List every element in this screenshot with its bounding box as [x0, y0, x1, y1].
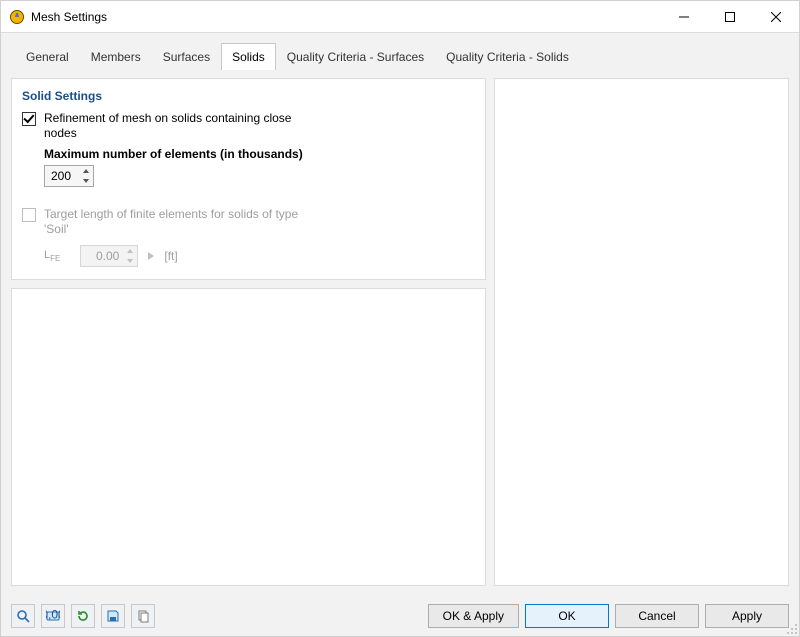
lfe-input [81, 246, 123, 266]
lfe-unit: [ft] [164, 249, 177, 263]
tab-surfaces[interactable]: Surfaces [152, 43, 221, 70]
lfe-spinner [80, 245, 138, 267]
save-default-icon[interactable] [101, 604, 125, 628]
cancel-button[interactable]: Cancel [615, 604, 699, 628]
tab-quality-surfaces[interactable]: Quality Criteria - Surfaces [276, 43, 435, 70]
max-elements-label: Maximum number of elements (in thousands… [44, 147, 475, 161]
spinner-up-icon [123, 246, 137, 256]
refinement-checkbox[interactable] [22, 112, 36, 126]
right-preview-panel [494, 78, 789, 586]
tab-members[interactable]: Members [80, 43, 152, 70]
apply-button[interactable]: Apply [705, 604, 789, 628]
solid-settings-panel: Solid Settings Refinement of mesh on sol… [11, 78, 486, 280]
refinement-label: Refinement of mesh on solids containing … [44, 111, 324, 141]
ok-button[interactable]: OK [525, 604, 609, 628]
maximize-button[interactable] [707, 1, 753, 33]
app-icon [9, 9, 25, 25]
ok-and-apply-button[interactable]: OK & Apply [428, 604, 519, 628]
svg-text:0,00: 0,00 [46, 609, 60, 622]
lfe-symbol: LFE [44, 249, 60, 263]
close-button[interactable] [753, 1, 799, 33]
spinner-up-icon[interactable] [79, 166, 93, 176]
spinner-down-icon[interactable] [79, 176, 93, 186]
tab-general[interactable]: General [15, 43, 80, 70]
tab-strip: General Members Surfaces Solids Quality … [1, 33, 799, 70]
window-title: Mesh Settings [31, 10, 107, 24]
left-empty-panel [11, 288, 486, 586]
bottom-bar: 0,00 OK & Apply OK Cancel Apply [1, 596, 799, 636]
resize-grip-icon[interactable] [783, 620, 797, 634]
tab-quality-solids[interactable]: Quality Criteria - Solids [435, 43, 580, 70]
spinner-down-icon [123, 256, 137, 266]
solid-settings-header: Solid Settings [22, 89, 475, 103]
minimize-button[interactable] [661, 1, 707, 33]
go-arrow-icon [144, 249, 158, 263]
copy-icon[interactable] [131, 604, 155, 628]
soil-target-length-checkbox [22, 208, 36, 222]
soil-target-length-label: Target length of finite elements for sol… [44, 207, 324, 237]
units-icon[interactable]: 0,00 [41, 604, 65, 628]
details-icon[interactable] [11, 604, 35, 628]
max-elements-spinner[interactable] [44, 165, 94, 187]
tab-solids[interactable]: Solids [221, 43, 276, 70]
max-elements-input[interactable] [45, 166, 79, 186]
reset-icon[interactable] [71, 604, 95, 628]
